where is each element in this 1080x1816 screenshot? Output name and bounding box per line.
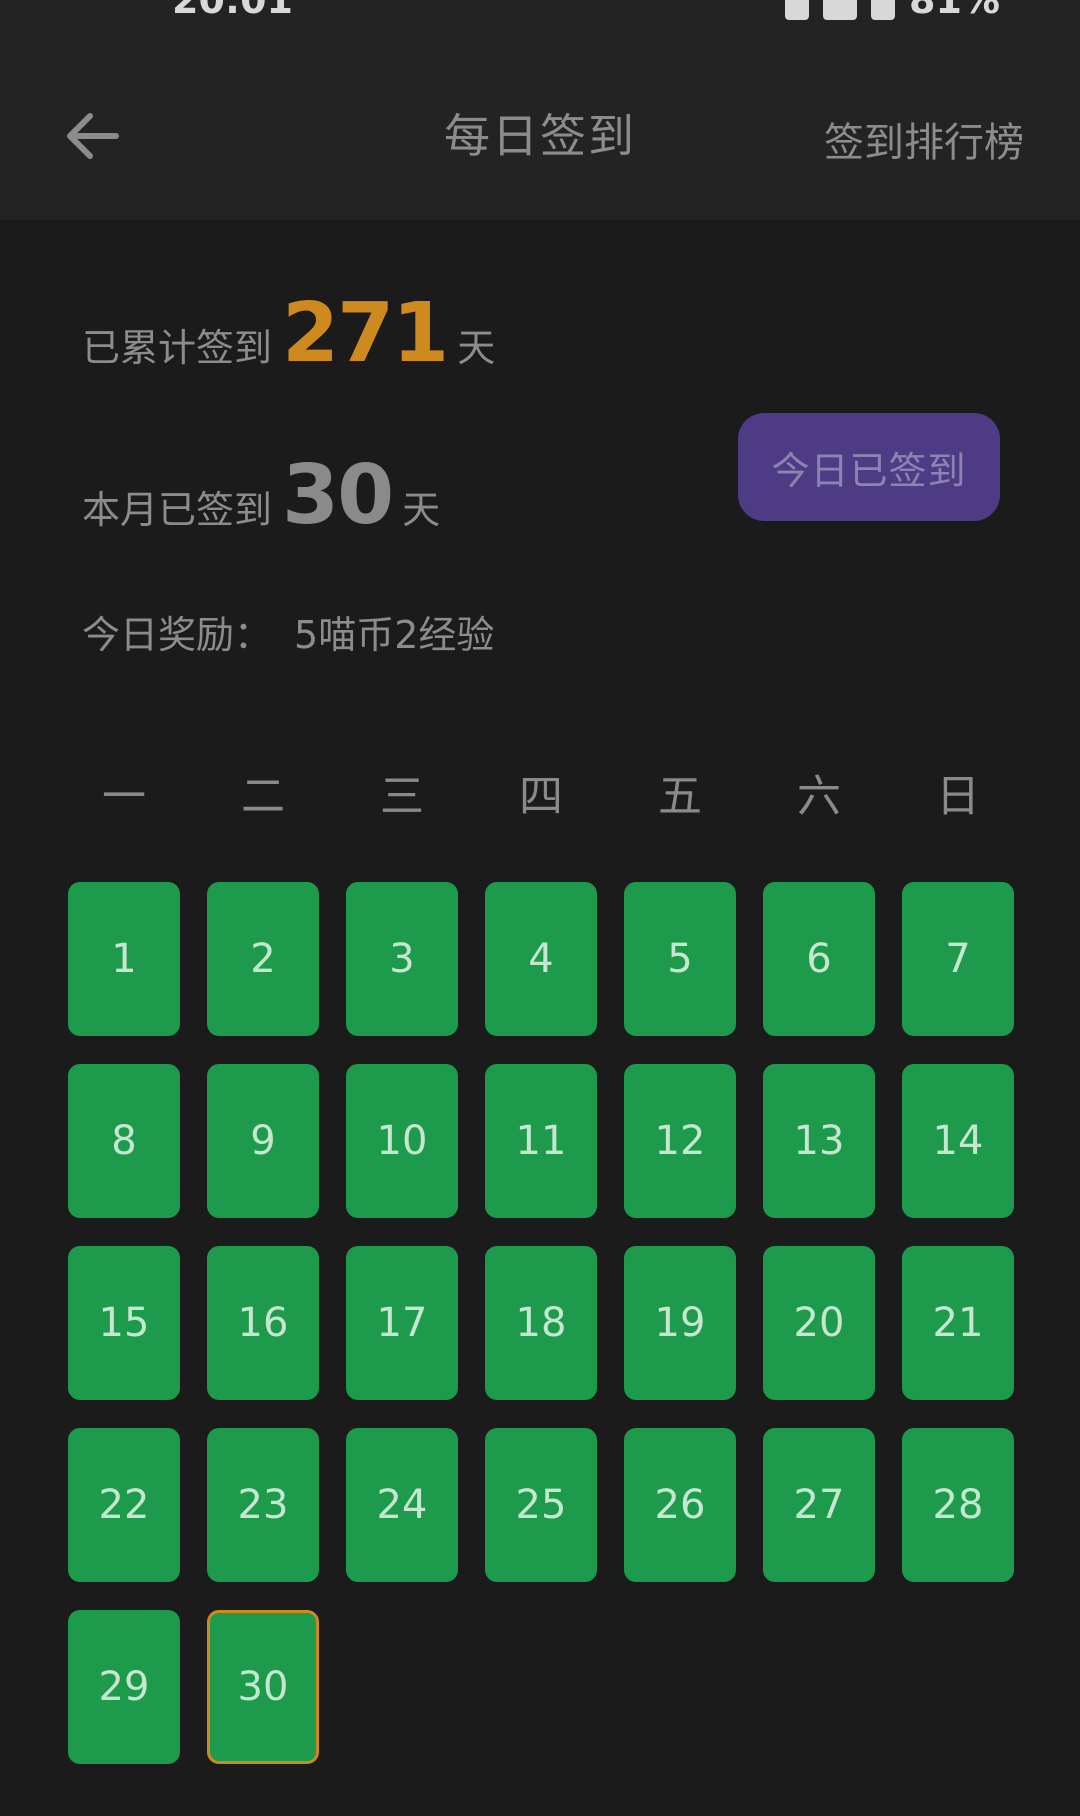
- calendar-day[interactable]: 9: [207, 1064, 319, 1218]
- month-checkin-count: 30: [282, 448, 394, 543]
- month-checkin-label: 本月已签到: [82, 488, 273, 532]
- calendar-grid: 1 2 3 4 5 6 7 8 9 10 11 12 13 14 15 16 1…: [68, 882, 1014, 1764]
- calendar-day[interactable]: 25: [485, 1428, 597, 1582]
- calendar-day[interactable]: 22: [68, 1428, 180, 1582]
- weekday-header: 一 二 三 四 五 六 日: [68, 760, 1014, 824]
- calendar-day[interactable]: 8: [68, 1064, 180, 1218]
- calendar-day[interactable]: 13: [763, 1064, 875, 1218]
- calendar-day[interactable]: 3: [346, 882, 458, 1036]
- calendar-day[interactable]: 15: [68, 1246, 180, 1400]
- weekday-sun: 日: [936, 771, 980, 822]
- weekday-thu: 四: [519, 771, 563, 822]
- checkin-button[interactable]: 今日已签到: [738, 413, 1000, 521]
- calendar-day[interactable]: 10: [346, 1064, 458, 1218]
- calendar-day[interactable]: 12: [624, 1064, 736, 1218]
- calendar-day[interactable]: 6: [763, 882, 875, 1036]
- month-checkin-unit: 天: [402, 488, 441, 532]
- weekday-wed: 三: [380, 771, 424, 822]
- status-icons: 81%: [785, 0, 1000, 22]
- weekday-tue: 二: [241, 771, 285, 822]
- calendar-day[interactable]: 16: [207, 1246, 319, 1400]
- calendar-day[interactable]: 7: [902, 882, 1014, 1036]
- calendar-day[interactable]: 24: [346, 1428, 458, 1582]
- calendar-day[interactable]: 29: [68, 1610, 180, 1764]
- reward-info: 今日奖励： 5喵币2经验: [82, 604, 494, 659]
- wifi-icon: [785, 0, 810, 20]
- total-checkin-label: 已累计签到: [82, 326, 273, 370]
- total-checkin-unit: 天: [457, 326, 496, 370]
- total-checkin-count: 271: [282, 286, 449, 381]
- calendar-day-today[interactable]: 30: [207, 1610, 319, 1764]
- battery-icon: [871, 0, 896, 20]
- calendar-day[interactable]: 23: [207, 1428, 319, 1582]
- status-bar: 20:01 81%: [0, 0, 1080, 30]
- calendar-day[interactable]: 14: [902, 1064, 1014, 1218]
- notification-icon: [823, 0, 858, 20]
- reward-label: 今日奖励：: [82, 613, 273, 657]
- calendar-day[interactable]: 26: [624, 1428, 736, 1582]
- app-bar: 每日签到 签到排行榜: [0, 30, 1080, 220]
- calendar-day[interactable]: 27: [763, 1428, 875, 1582]
- calendar-day[interactable]: 4: [485, 882, 597, 1036]
- weekday-sat: 六: [797, 771, 841, 822]
- calendar-day[interactable]: 20: [763, 1246, 875, 1400]
- month-checkin-stat: 本月已签到 30 天: [82, 448, 440, 543]
- calendar-day[interactable]: 5: [624, 882, 736, 1036]
- reward-value: 5喵币2经验: [294, 613, 495, 657]
- calendar-day[interactable]: 28: [902, 1428, 1014, 1582]
- calendar-day[interactable]: 21: [902, 1246, 1014, 1400]
- weekday-mon: 一: [102, 771, 146, 822]
- calendar-day[interactable]: 18: [485, 1246, 597, 1400]
- total-checkin-stat: 已累计签到 271 天: [82, 286, 495, 381]
- calendar-day[interactable]: 19: [624, 1246, 736, 1400]
- calendar-day[interactable]: 11: [485, 1064, 597, 1218]
- calendar-day[interactable]: 2: [207, 882, 319, 1036]
- calendar-day[interactable]: 1: [68, 882, 180, 1036]
- leaderboard-link[interactable]: 签到排行榜: [824, 110, 1024, 168]
- status-time: 20:01: [172, 0, 293, 22]
- battery-level: 81%: [909, 0, 1000, 22]
- weekday-fri: 五: [658, 771, 702, 822]
- calendar-day[interactable]: 17: [346, 1246, 458, 1400]
